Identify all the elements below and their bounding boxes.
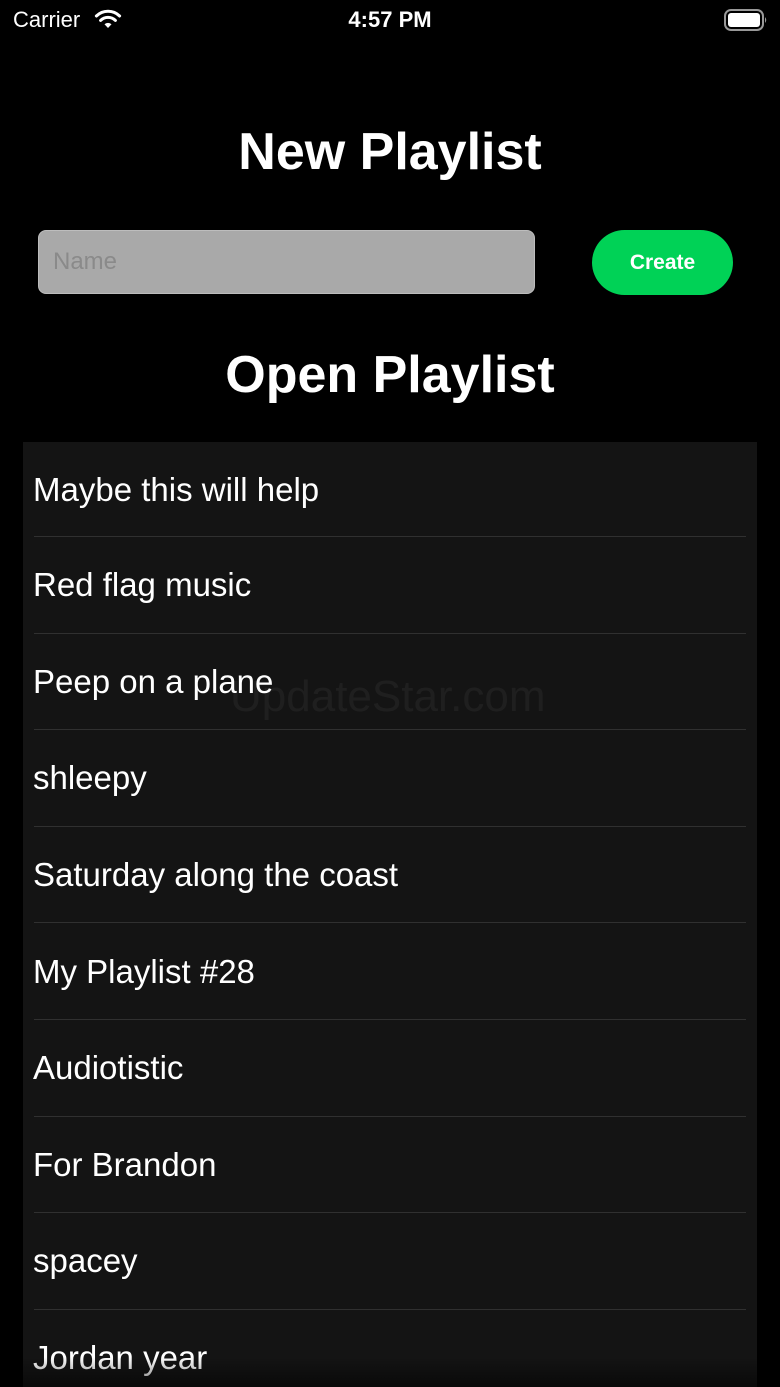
open-playlist-title: Open Playlist xyxy=(225,346,555,404)
playlist-item-label: For Brandon xyxy=(33,1145,217,1183)
playlist-item[interactable]: Saturday along the coast xyxy=(23,827,757,924)
playlist-list[interactable]: Maybe this will help Red flag music Peep… xyxy=(23,442,757,1387)
status-bar: Carrier 4:57 PM xyxy=(0,0,780,40)
playlist-item[interactable]: Red flag music xyxy=(23,537,757,634)
playlist-item-label: spacey xyxy=(33,1242,138,1280)
playlist-item-label: My Playlist #28 xyxy=(33,952,255,990)
playlist-item-label: shleepy xyxy=(33,759,147,797)
playlist-name-input[interactable] xyxy=(38,230,535,294)
status-time: 4:57 PM xyxy=(348,7,432,32)
playlist-item[interactable]: Peep on a plane xyxy=(23,634,757,731)
playlist-item-label: Saturday along the coast xyxy=(33,856,399,894)
playlist-item[interactable]: My Playlist #28 xyxy=(23,923,757,1020)
create-button[interactable]: Create xyxy=(592,230,733,295)
playlist-item-label: Maybe this will help xyxy=(33,470,320,508)
playlist-item[interactable]: Maybe this will help xyxy=(23,442,757,537)
playlist-item-label: Jordan year xyxy=(33,1339,208,1377)
playlist-item-label: Red flag music xyxy=(33,566,252,604)
playlist-item[interactable]: spacey xyxy=(23,1213,757,1310)
playlist-item[interactable]: shleepy xyxy=(23,730,757,827)
playlist-item-label: Audiotistic xyxy=(33,1049,184,1087)
playlist-item-label: Peep on a plane xyxy=(33,662,274,700)
playlist-item[interactable]: For Brandon xyxy=(23,1117,757,1214)
playlist-item[interactable]: Jordan year xyxy=(23,1310,757,1387)
playlist-item[interactable]: Audiotistic xyxy=(23,1020,757,1117)
new-playlist-title: New Playlist xyxy=(238,123,542,181)
battery-icon xyxy=(724,9,768,31)
